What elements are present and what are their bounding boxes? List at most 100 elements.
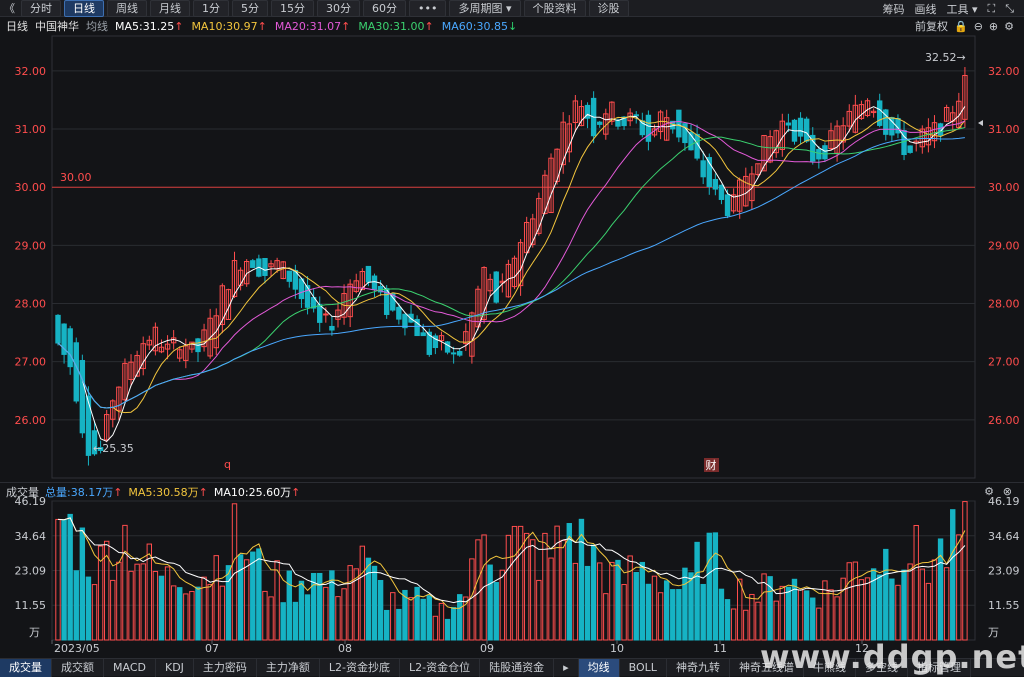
candle-body: [816, 148, 822, 160]
volume-bar: [408, 597, 414, 641]
volume-ma10: MA10:25.60万↑: [214, 484, 300, 500]
candle-body: [797, 117, 804, 137]
candle-body: [712, 178, 719, 190]
low-annotation: ←25.35: [93, 442, 134, 455]
volume-bar: [858, 579, 865, 641]
ma10-line: [57, 116, 966, 414]
price-tick-right: 26.00: [988, 414, 1020, 427]
volume-bar: [396, 608, 402, 641]
volume-bar: [566, 523, 572, 641]
scroll-right-icon[interactable]: ▸: [554, 658, 579, 677]
volume-bar: [840, 577, 846, 641]
volume-bar: [55, 518, 61, 641]
price-tick-left: 30.00: [15, 181, 47, 194]
volume-bar: [700, 583, 706, 641]
ma20-line: [57, 120, 966, 409]
indicator-tab-4[interactable]: 主力密码: [194, 658, 257, 677]
volume-bar: [560, 539, 566, 641]
volume-bar: [91, 584, 98, 641]
candle-body: [803, 118, 810, 142]
volume-bar: [663, 580, 670, 641]
candle-body: [907, 145, 913, 153]
event-marker-q: q: [224, 458, 231, 471]
candle-body: [365, 265, 372, 283]
price-tick-left: 29.00: [15, 239, 47, 252]
indicator-tab-3[interactable]: KDJ: [156, 658, 194, 677]
indicator-tab-10[interactable]: BOLL: [620, 658, 667, 677]
volume-bar: [329, 570, 335, 641]
candle-body: [450, 352, 457, 355]
volume-total-text: 总量:38.17万: [45, 485, 114, 499]
candle-body: [877, 100, 883, 126]
volume-bar: [67, 513, 73, 641]
volume-bar: [262, 590, 268, 641]
volume-bar: [481, 534, 487, 641]
volume-bar: [286, 570, 292, 641]
volume-bar: [639, 561, 646, 641]
candle-body: [79, 360, 86, 434]
volume-bar: [676, 589, 682, 641]
price-tick-right: 28.00: [988, 298, 1020, 311]
volume-bar: [177, 587, 183, 641]
volume-bar: [225, 565, 232, 641]
volume-tick-right: 23.09: [988, 565, 1020, 578]
volume-bar: [140, 563, 146, 641]
volume-settings-icon[interactable]: ⚙: [984, 485, 994, 498]
candle-body: [700, 160, 706, 178]
candle-body: [402, 313, 408, 329]
indicator-tab-0[interactable]: 成交量: [0, 658, 52, 677]
volume-bar: [584, 565, 591, 641]
volume-bar: [846, 562, 852, 641]
price-tick-left: 31.00: [15, 123, 47, 136]
volume-close-icon[interactable]: ⊗: [1003, 485, 1012, 498]
volume-bar: [670, 589, 676, 641]
indicator-tab-8[interactable]: 陆股通资金: [480, 658, 555, 677]
high-annotation: 32.52→: [925, 51, 966, 64]
volume-bar: [645, 583, 652, 641]
volume-bar: [597, 562, 603, 641]
volume-bar: [816, 607, 822, 641]
volume-bar: [578, 518, 585, 641]
ma60-line: [57, 137, 965, 409]
volume-bar: [864, 577, 871, 641]
volume-ma10-arrow: ↑: [291, 485, 301, 499]
event-marker-finance: 财: [706, 458, 717, 472]
volume-bar: [706, 532, 712, 641]
volume-bar: [237, 554, 244, 641]
candle-body: [396, 306, 402, 320]
volume-bar: [79, 527, 86, 641]
volume-bar: [292, 601, 299, 641]
indicator-tab-11[interactable]: 神奇九转: [667, 658, 730, 677]
volume-bar: [511, 525, 518, 641]
volume-bar: [122, 524, 128, 641]
candle-body: [323, 313, 329, 316]
candle-body: [250, 260, 256, 268]
indicator-tab-5[interactable]: 主力净额: [257, 658, 320, 677]
volume-bar: [615, 559, 621, 641]
indicator-tab-2[interactable]: MACD: [104, 658, 156, 677]
candle-body: [645, 114, 652, 142]
price-tick-right: 29.00: [988, 239, 1020, 252]
volume-bar: [280, 602, 286, 641]
volume-bar: [213, 555, 219, 641]
candle-body: [67, 328, 73, 368]
candle-body: [444, 341, 451, 353]
volume-bar: [450, 606, 457, 641]
volume-bar: [116, 561, 122, 641]
indicator-tab-9[interactable]: 均线: [578, 658, 620, 677]
volume-bar: [730, 608, 737, 641]
indicator-tab-1[interactable]: 成交额: [52, 658, 104, 677]
volume-bar: [931, 559, 938, 641]
volume-bar: [688, 572, 694, 641]
volume-bar: [749, 593, 755, 641]
candle-body: [724, 194, 731, 217]
volume-bar: [852, 561, 859, 641]
candle-body: [298, 278, 305, 300]
volume-bar: [207, 583, 213, 641]
volume-bar: [785, 586, 792, 641]
indicator-tab-6[interactable]: L2-资金抄底: [320, 658, 401, 677]
volume-bar: [919, 568, 926, 641]
volume-bar: [694, 541, 700, 641]
volume-bar: [530, 539, 536, 641]
indicator-tab-7[interactable]: L2-资金仓位: [400, 658, 481, 677]
